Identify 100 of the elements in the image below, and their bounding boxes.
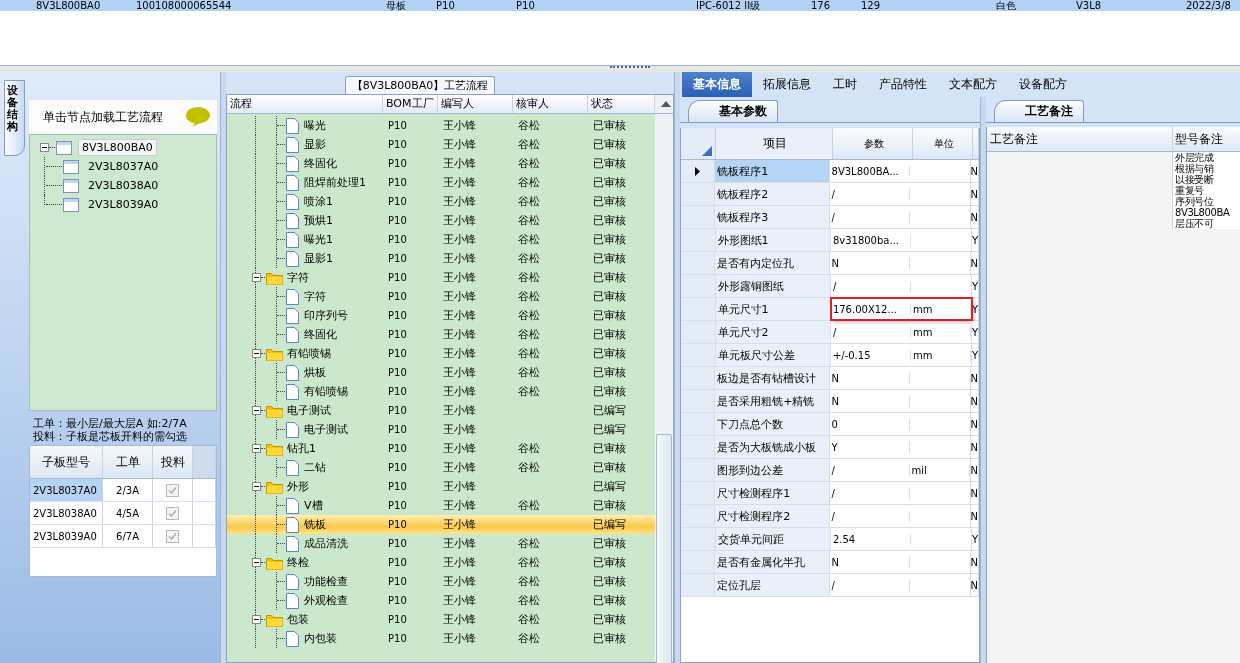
column-header[interactable]: BOM工厂 <box>383 95 438 113</box>
tree-row[interactable]: 电子测试 P10 王小锋 已编写 <box>227 420 655 439</box>
tree-row[interactable]: 曝光 P10 王小锋 谷松 已审核 <box>227 116 655 135</box>
table-cell: / <box>829 188 910 200</box>
tree-row[interactable]: 喷涂1 P10 王小锋 谷松 已审核 <box>227 192 655 211</box>
tree-row[interactable]: 外形 P10 王小锋 已编写 <box>227 477 655 496</box>
tree-row[interactable]: 功能检查 P10 王小锋 谷松 已审核 <box>227 572 655 591</box>
column-header[interactable] <box>193 446 216 478</box>
table-cell[interactable]: 铣板程序2 <box>715 183 830 205</box>
table-cell[interactable]: 交货单元间距 <box>715 528 831 550</box>
table-cell-text: 王小锋 <box>442 327 477 342</box>
collapse-icon[interactable] <box>252 615 261 624</box>
table-cell[interactable]: 下刀点总个数 <box>715 413 830 435</box>
table-cell[interactable]: 尺寸检测程序1 <box>715 482 830 504</box>
table-cell[interactable]: 是否有内定位孔 <box>715 252 830 274</box>
table-cell[interactable]: 是否有金属化半孔 <box>715 551 830 573</box>
column-header[interactable]: 单位 <box>913 128 973 159</box>
tree-row[interactable]: 终检 P10 王小锋 谷松 已审核 <box>227 553 655 572</box>
document-icon <box>286 383 299 400</box>
table-cell[interactable]: 2V3L8038A0 <box>30 502 103 524</box>
tree-row[interactable]: 电子测试 P10 王小锋 已编写 <box>227 401 655 420</box>
sub-tab[interactable]: 基本参数 <box>688 100 778 122</box>
table-cell[interactable]: 板边是否有钻槽设计 <box>715 367 830 389</box>
collapse-icon[interactable] <box>252 406 261 415</box>
tab[interactable]: 工时 <box>822 72 868 97</box>
scrollbar-thumb[interactable] <box>656 434 672 663</box>
tree-row[interactable]: 成品清洗 P10 王小锋 谷松 已审核 <box>227 534 655 553</box>
tree-item[interactable]: 2V3L8037A0 <box>85 159 162 174</box>
table-cell[interactable]: 尺寸检测程序2 <box>715 505 830 527</box>
table-cell[interactable]: 外形露铜图纸 <box>715 275 831 297</box>
tree-item[interactable]: 2V3L8039A0 <box>85 197 162 212</box>
collapse-icon[interactable] <box>252 444 261 453</box>
column-header[interactable]: 参数 <box>833 128 913 159</box>
table-cell[interactable]: 铣板程序3 <box>715 206 830 228</box>
tree-row[interactable]: 外观检查 P10 王小锋 谷松 已审核 <box>227 591 655 610</box>
tree-row[interactable]: 阻焊前处理1 P10 王小锋 谷松 已审核 <box>227 173 655 192</box>
checkbox[interactable] <box>166 506 179 520</box>
tree-row[interactable]: 印序列号 P10 王小锋 谷松 已审核 <box>227 306 655 325</box>
corner-header[interactable] <box>681 128 716 159</box>
collapse-icon[interactable] <box>252 349 261 358</box>
table-cell[interactable]: 铣板程序1 <box>715 160 830 182</box>
tree-row[interactable]: 预烘1 P10 王小锋 谷松 已审核 <box>227 211 655 230</box>
tree-row[interactable]: 包装 P10 王小锋 谷松 已审核 <box>227 610 655 629</box>
tree-row[interactable]: 烘板 P10 王小锋 谷松 已审核 <box>227 363 655 382</box>
column-header[interactable]: 流程 <box>227 95 383 113</box>
tab[interactable]: 设备配方 <box>1008 72 1078 97</box>
table-cell-text: IPC-6012 II级 <box>696 0 762 11</box>
tree-row[interactable]: 字符 P10 王小锋 谷松 已审核 <box>227 287 655 306</box>
tree-row[interactable]: 终固化 P10 王小锋 谷松 已审核 <box>227 325 655 344</box>
table-cell[interactable]: 是否为大板铣成小板 <box>715 436 830 458</box>
table-cell[interactable]: 单元尺寸1 <box>715 298 831 320</box>
tab[interactable]: 产品特性 <box>868 72 938 97</box>
table-cell-text: 已编写 <box>592 422 627 437</box>
scroll-up-icon[interactable] <box>660 101 671 107</box>
table-cell[interactable]: 2V3L8037A0 <box>30 479 103 501</box>
column-header[interactable]: 编写人 <box>438 95 513 113</box>
column-header[interactable]: 子板型号 <box>30 446 103 478</box>
table-cell[interactable]: 定位孔层 <box>715 574 830 596</box>
tab[interactable]: 文本配方 <box>938 72 1008 97</box>
column-header[interactable]: 核审人 <box>513 95 588 113</box>
column-header[interactable]: 工单 <box>103 446 153 478</box>
table-cell[interactable]: 单元尺寸2 <box>715 321 831 343</box>
checkbox[interactable] <box>166 483 179 497</box>
document-icon <box>286 174 299 191</box>
collapse-icon[interactable] <box>40 143 49 152</box>
tab[interactable]: 基本信息 <box>682 72 752 97</box>
table-cell[interactable]: 图形到边公差 <box>715 459 830 481</box>
row-header[interactable] <box>681 160 716 182</box>
collapse-icon[interactable] <box>252 273 261 282</box>
table-cell[interactable]: 是否采用粗铣+精铣 <box>715 390 830 412</box>
side-tab[interactable]: 设备结构 <box>4 80 25 156</box>
tree-item[interactable]: 8V3L800BA0 <box>78 139 157 156</box>
column-header[interactable]: 项目 <box>716 128 833 159</box>
table-cell-text: 王小锋 <box>442 194 477 209</box>
tree-row[interactable]: 有铅喷锡 P10 王小锋 谷松 已审核 <box>227 382 655 401</box>
tab[interactable]: 拓展信息 <box>752 72 822 97</box>
tree-row[interactable]: 曝光1 P10 王小锋 谷松 已审核 <box>227 230 655 249</box>
tree-row[interactable]: 显影1 P10 王小锋 谷松 已审核 <box>227 249 655 268</box>
tree-row[interactable]: 有铅喷锡 P10 王小锋 谷松 已审核 <box>227 344 655 363</box>
tree-row[interactable]: 显影 P10 王小锋 谷松 已审核 <box>227 135 655 154</box>
checkbox[interactable] <box>166 529 179 543</box>
table-cell-text: 129 <box>861 0 882 11</box>
tree-row[interactable]: 字符 P10 王小锋 谷松 已审核 <box>227 268 655 287</box>
tree-row[interactable]: 钻孔1 P10 王小锋 谷松 已审核 <box>227 439 655 458</box>
table-cell-text: P10 <box>387 139 408 150</box>
collapse-icon[interactable] <box>252 558 261 567</box>
tree-row[interactable]: 终固化 P10 王小锋 谷松 已审核 <box>227 154 655 173</box>
collapse-icon[interactable] <box>252 482 261 491</box>
tree-item[interactable]: 2V3L8038A0 <box>85 178 162 193</box>
table-cell[interactable]: 单元板尺寸公差 <box>715 344 831 366</box>
remark-line: 层压不可 <box>1175 218 1214 229</box>
table-row[interactable]: 8V3L800BA0 100108000065544 母板 P10 P10 IPC-6012 II级 176 129 白色 V3L8 2022/3/8 <box>0 0 1240 11</box>
tree-row[interactable]: 铣板 P10 王小锋 已编写 <box>227 515 655 534</box>
table-cell[interactable]: 外形图纸1 <box>715 229 831 251</box>
tree-row[interactable]: 内包装 P10 王小锋 谷松 已审核 <box>227 629 655 648</box>
sub-tab[interactable]: 工艺备注 <box>994 100 1084 122</box>
table-cell[interactable]: 2V3L8039A0 <box>30 525 103 547</box>
tree-row[interactable]: 二钻 P10 王小锋 谷松 已审核 <box>227 458 655 477</box>
column-header[interactable]: 型号备注 <box>1173 127 1240 151</box>
column-header[interactable]: 工艺备注 <box>987 127 1173 151</box>
